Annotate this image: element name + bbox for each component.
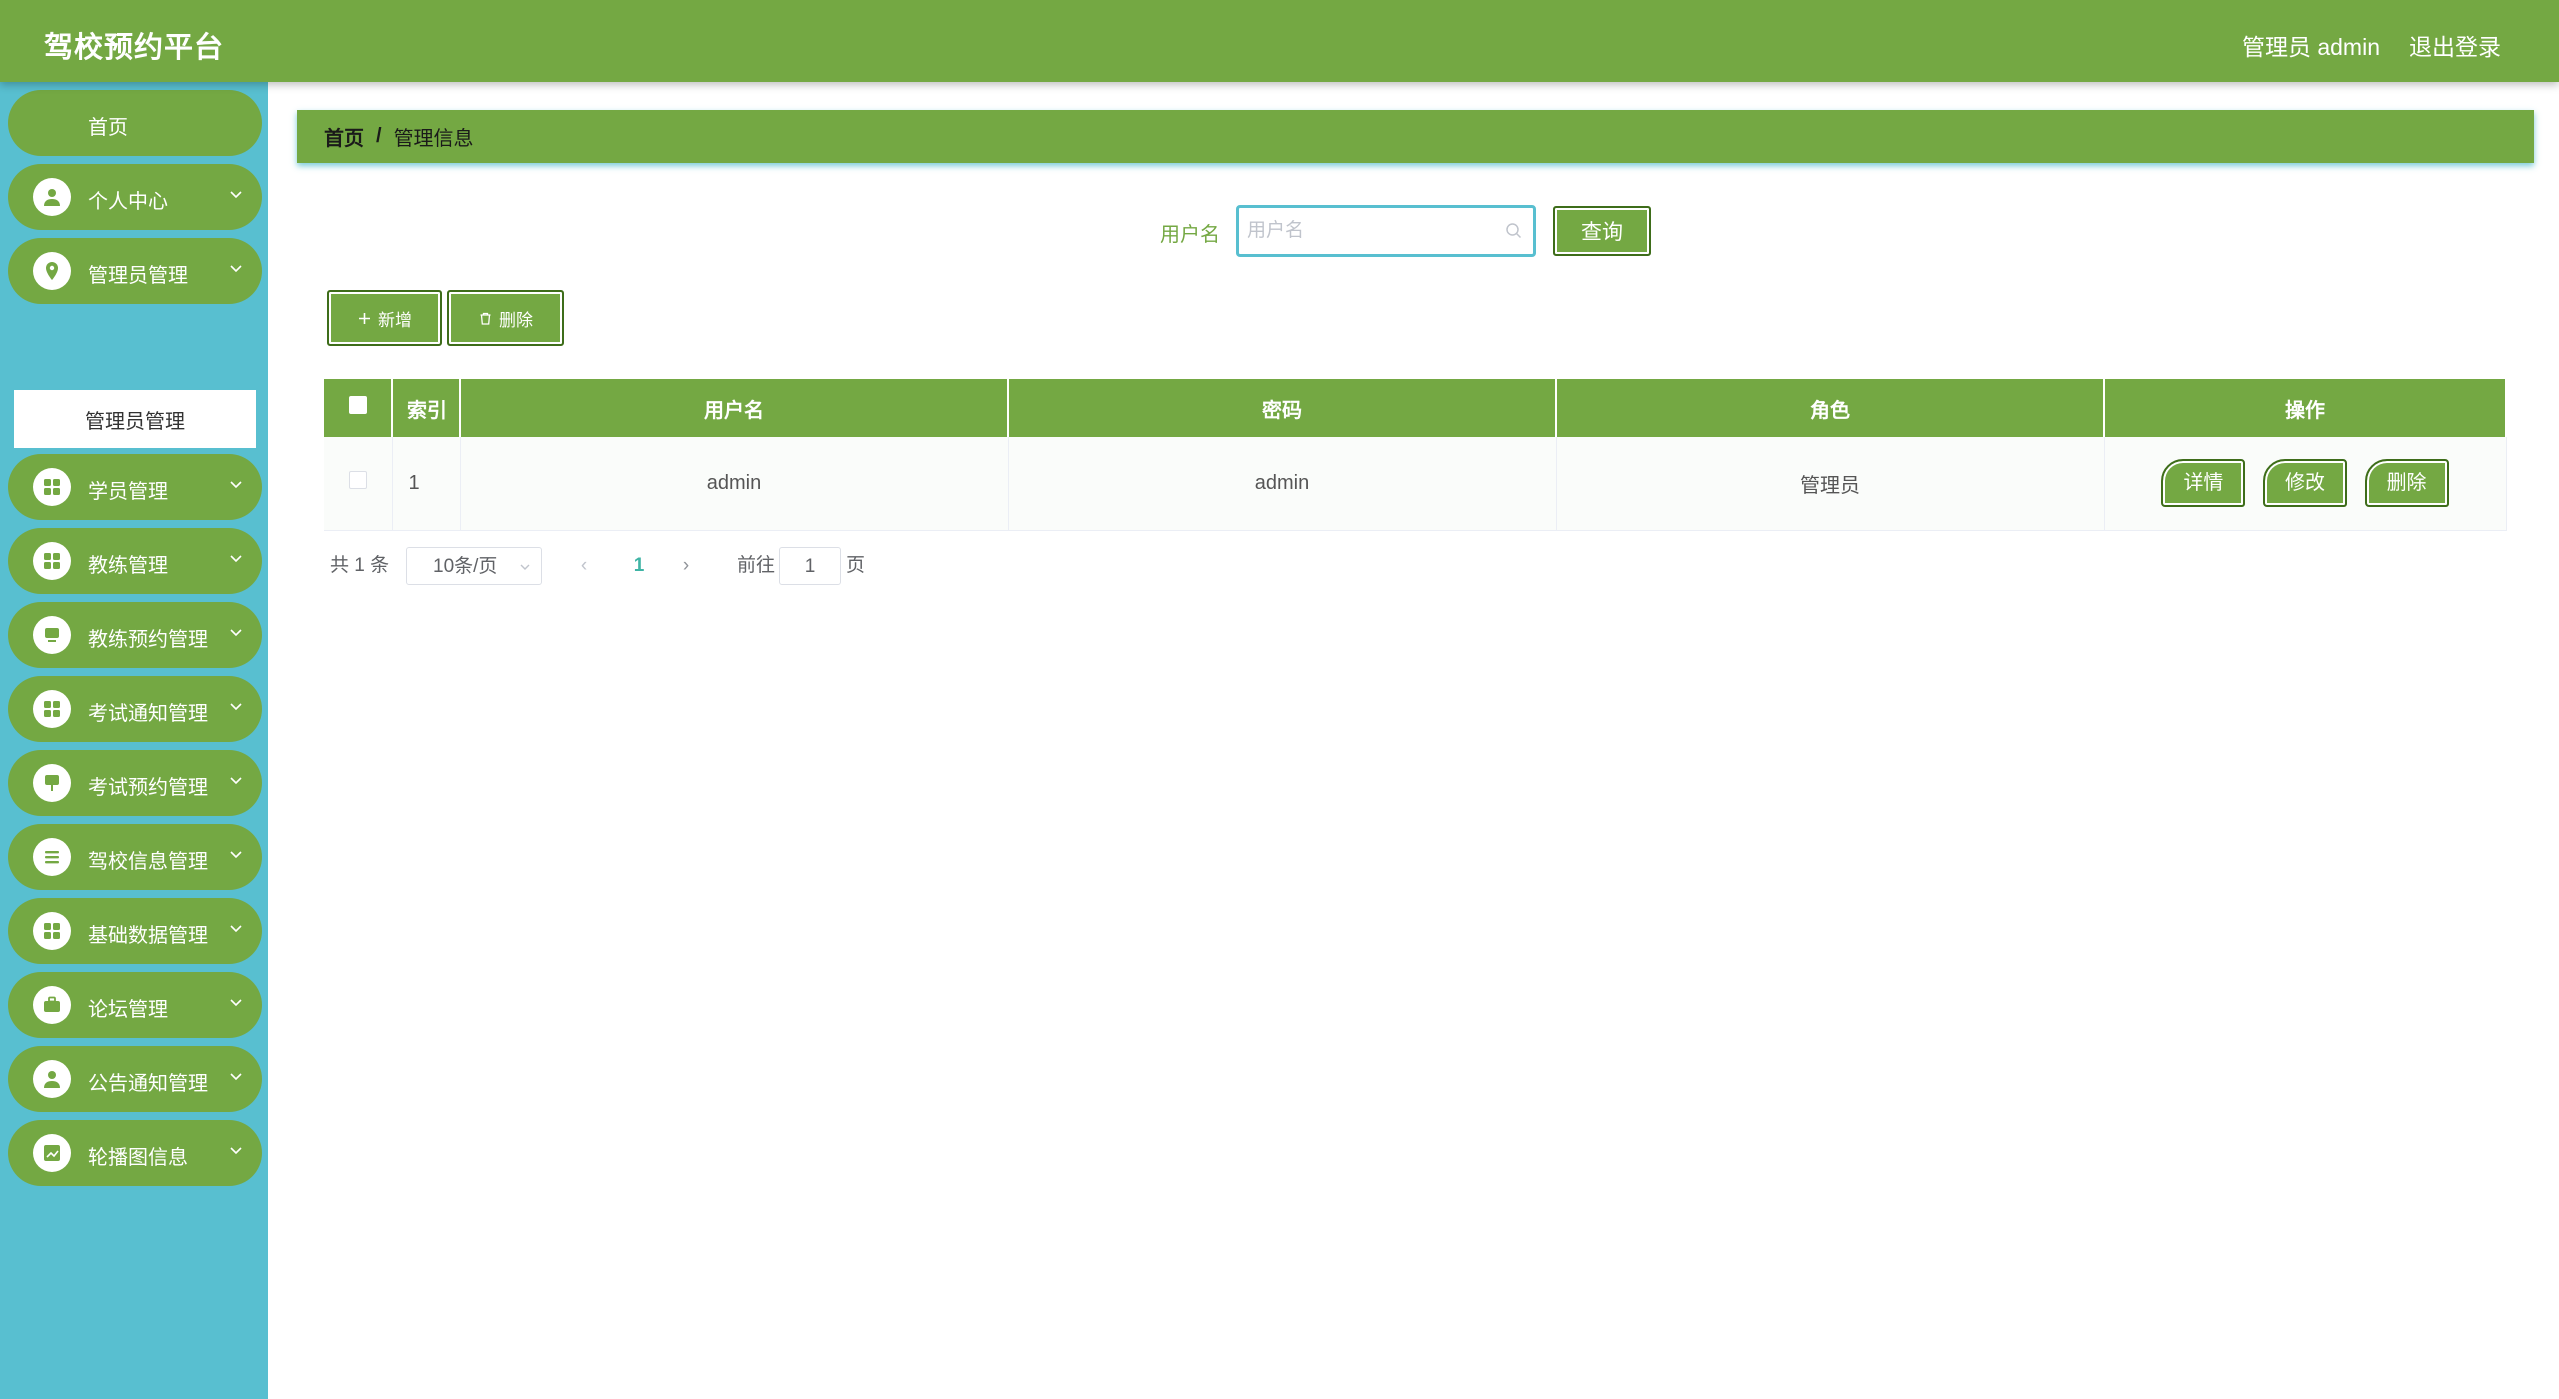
- add-button[interactable]: 新增: [327, 290, 442, 346]
- sidebar-item-school-info[interactable]: 驾校信息管理: [8, 824, 262, 890]
- chevron-down-icon: [230, 1073, 242, 1081]
- chevron-down-icon: [230, 629, 242, 637]
- cell-username: admin: [460, 437, 1009, 531]
- app-title: 驾校预约平台: [44, 32, 225, 64]
- sidebar-item-label: 学员管理: [88, 481, 168, 503]
- sidebar-item-label: 考试预约管理: [88, 777, 208, 799]
- grid-icon: [33, 690, 71, 728]
- sidebar-item-label: 基础数据管理: [88, 925, 208, 947]
- goto-suffix: 页: [846, 555, 866, 576]
- chevron-down-icon: [520, 564, 530, 570]
- breadcrumb: 首页 / 管理信息: [297, 110, 2534, 163]
- chevron-down-icon: [230, 777, 242, 785]
- user-icon: [33, 178, 71, 216]
- logout-link[interactable]: 退出登录: [2409, 28, 2501, 62]
- sidebar-item-label: 教练预约管理: [88, 629, 208, 651]
- cell-index: 1: [392, 437, 461, 531]
- sidebar-item-exam-notice[interactable]: 考试通知管理: [8, 676, 262, 742]
- cell-password: admin: [1008, 437, 1557, 531]
- grid-icon: [33, 468, 71, 506]
- table-header-row: 索引 用户名 密码 角色 操作: [324, 379, 2507, 437]
- chevron-down-icon: [230, 999, 242, 1007]
- sidebar-item-label: 首页: [88, 117, 128, 139]
- sidebar-item-announcement[interactable]: 公告通知管理: [8, 1046, 262, 1112]
- row-delete-button[interactable]: 删除: [2364, 459, 2449, 508]
- prev-page-button[interactable]: ‹: [574, 547, 594, 585]
- breadcrumb-current: 管理信息: [393, 128, 474, 150]
- search-icon: [1506, 223, 1522, 239]
- column-header-role: 角色: [1556, 379, 2105, 437]
- monitor-icon: [33, 616, 71, 654]
- sidebar-item-label: 论坛管理: [88, 999, 168, 1021]
- location-icon: [33, 252, 71, 290]
- sidebar-item-coach-booking[interactable]: 教练预约管理: [8, 602, 262, 668]
- detail-button[interactable]: 详情: [2161, 459, 2246, 508]
- edit-button[interactable]: 修改: [2263, 459, 2347, 508]
- sidebar-item-student-management[interactable]: 学员管理: [8, 454, 262, 520]
- chevron-down-icon: [230, 703, 242, 711]
- column-header-actions: 操作: [2104, 379, 2507, 437]
- sidebar-subitem-admin-management[interactable]: 管理员管理: [14, 390, 256, 448]
- sidebar-item-label: 个人中心: [88, 191, 168, 213]
- search-field[interactable]: [1236, 205, 1536, 257]
- admin-table: 索引 用户名 密码 角色 操作 1 admin admin 管理员 详情 修改 …: [324, 379, 2507, 531]
- chevron-down-icon: [230, 925, 242, 933]
- sidebar-item-carousel[interactable]: 轮播图信息: [8, 1120, 262, 1186]
- breadcrumb-home[interactable]: 首页: [324, 122, 364, 151]
- trash-icon: [480, 312, 491, 325]
- grid-icon: [33, 912, 71, 950]
- cell-role: 管理员: [1556, 437, 2105, 531]
- list-icon: [33, 838, 71, 876]
- column-header-username: 用户名: [460, 379, 1009, 437]
- sidebar-item-home[interactable]: 首页: [8, 90, 262, 156]
- goto-label: 前往: [737, 555, 776, 576]
- goto-page-input[interactable]: 1: [779, 547, 841, 585]
- page-size-value: 10条/页: [433, 556, 498, 577]
- page-number-current[interactable]: 1: [624, 547, 654, 585]
- sidebar-item-label: 轮播图信息: [88, 1147, 188, 1169]
- sidebar-item-personal-center[interactable]: 个人中心: [8, 164, 262, 230]
- batch-delete-button[interactable]: 删除: [447, 290, 564, 346]
- sidebar: 首页 个人中心 管理员管理 管理员管理 学员管理 教练管理 教练预约管理 考试通…: [0, 82, 268, 1399]
- add-button-label: 新增: [378, 310, 412, 330]
- sidebar-item-label: 管理员管理: [88, 265, 188, 287]
- sidebar-item-exam-booking[interactable]: 考试预约管理: [8, 750, 262, 816]
- plus-icon: [359, 312, 370, 324]
- current-user: 管理员 admin: [2241, 34, 2380, 60]
- chevron-down-icon: [230, 191, 242, 199]
- top-header: 驾校预约平台 管理员 admin 退出登录: [0, 0, 2559, 82]
- sidebar-item-base-data[interactable]: 基础数据管理: [8, 898, 262, 964]
- select-all-checkbox[interactable]: [324, 379, 393, 437]
- sidebar-item-coach-management[interactable]: 教练管理: [8, 528, 262, 594]
- next-page-button[interactable]: ›: [676, 547, 696, 585]
- breadcrumb-separator: /: [376, 125, 382, 147]
- sidebar-item-label: 驾校信息管理: [88, 851, 208, 873]
- sidebar-item-label: 教练管理: [88, 555, 168, 577]
- chevron-down-icon: [230, 1147, 242, 1155]
- search-input[interactable]: [1247, 214, 1497, 248]
- user-icon: [33, 1060, 71, 1098]
- delete-button-label: 删除: [499, 310, 533, 330]
- column-header-password: 密码: [1008, 379, 1557, 437]
- search-label: 用户名: [1160, 224, 1220, 246]
- sidebar-item-forum[interactable]: 论坛管理: [8, 972, 262, 1038]
- table-row: 1 admin admin 管理员 详情 修改 删除: [324, 437, 2507, 531]
- cell-actions: 详情 修改 删除: [2104, 437, 2507, 531]
- pagination-total: 共 1 条: [330, 555, 390, 576]
- row-checkbox[interactable]: [324, 437, 393, 531]
- sidebar-item-admin-management[interactable]: 管理员管理: [8, 238, 262, 304]
- chart-icon: [33, 1134, 71, 1172]
- chevron-down-icon: [230, 481, 242, 489]
- sidebar-item-label: 考试通知管理: [88, 703, 208, 725]
- grid-icon: [33, 542, 71, 580]
- sidebar-item-label: 公告通知管理: [88, 1073, 208, 1095]
- sign-icon: [33, 764, 71, 802]
- page-size-select[interactable]: 10条/页: [406, 547, 542, 585]
- chevron-down-icon: [230, 851, 242, 859]
- column-header-index: 索引: [392, 379, 461, 437]
- briefcase-icon: [33, 986, 71, 1024]
- query-button[interactable]: 查询: [1553, 206, 1651, 256]
- chevron-down-icon: [230, 555, 242, 563]
- chevron-down-icon: [230, 265, 242, 273]
